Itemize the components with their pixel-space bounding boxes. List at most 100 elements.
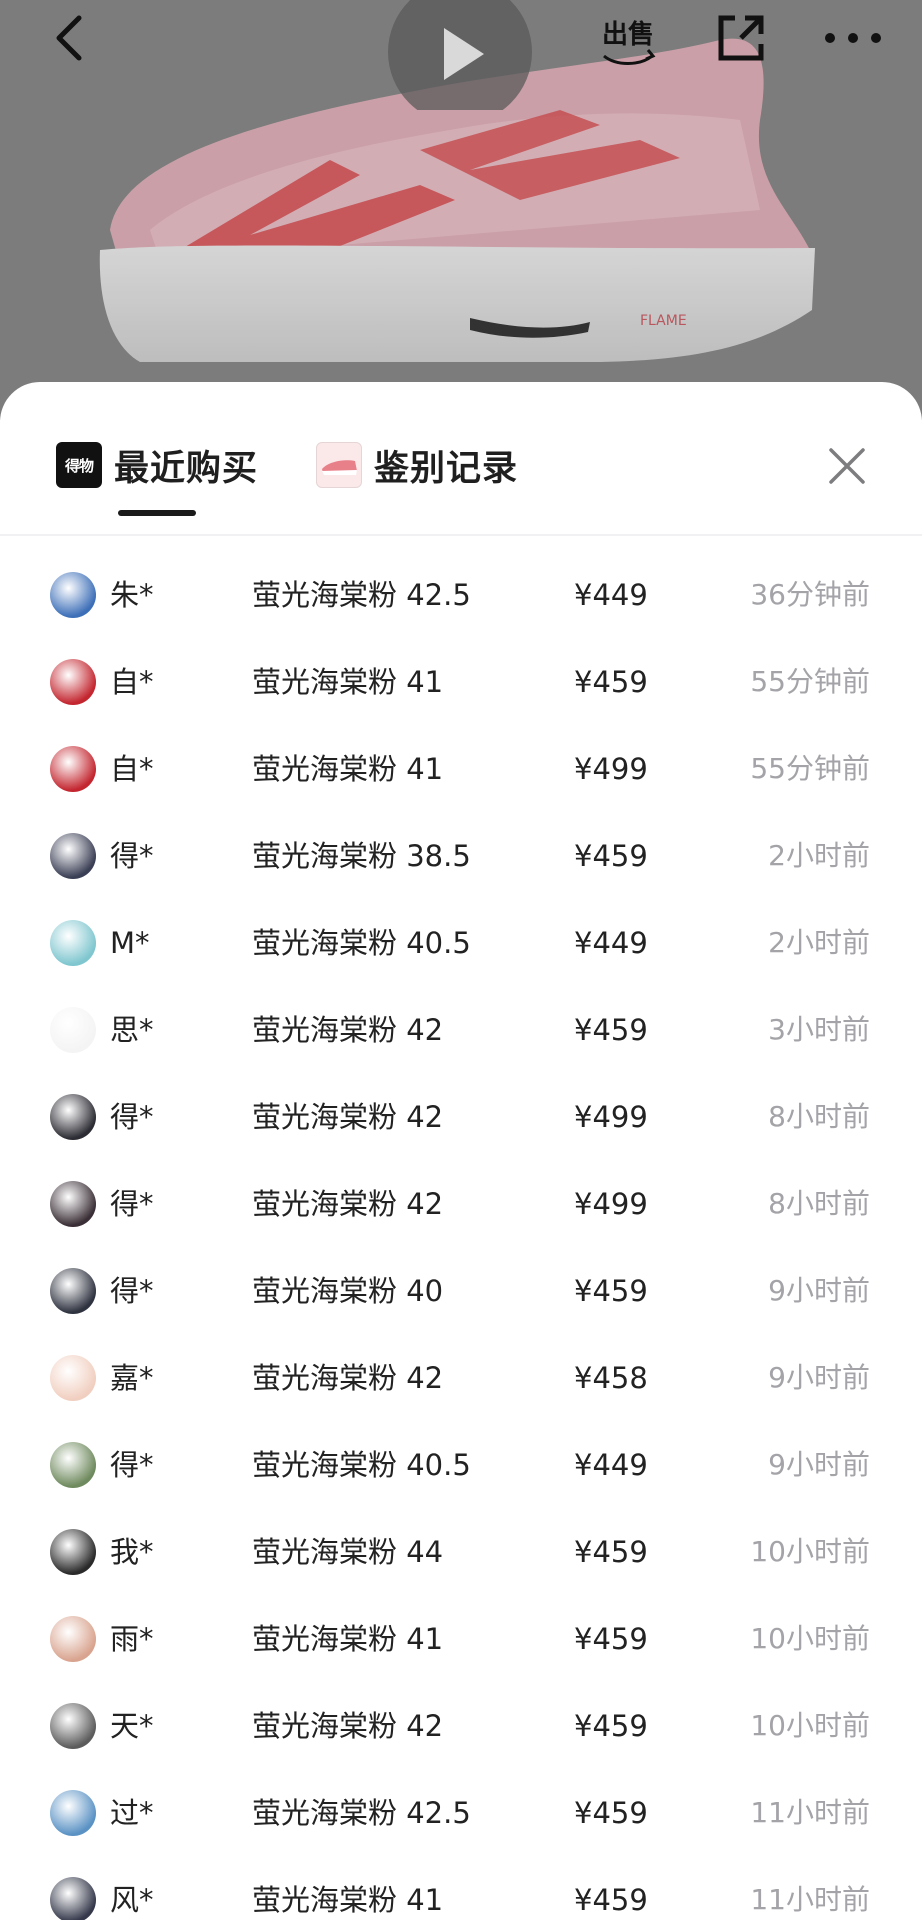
purchase-price: ¥459 [574,1013,648,1047]
avatar[interactable] [50,833,96,879]
purchase-price: ¥449 [574,1448,648,1482]
avatar[interactable] [50,659,96,705]
product-spec: 萤光海棠粉 44 [252,1535,444,1569]
avatar[interactable] [50,1877,96,1920]
product-spec: 萤光海棠粉 42 [252,1100,444,1134]
purchase-row: 得* 萤光海棠粉 40 ¥459 9小时前 [0,1248,922,1335]
shoe-thumbnail-icon [316,442,362,488]
buyer-name: 思* [110,1013,154,1047]
buyer-name: 得* [110,839,154,873]
product-spec: 萤光海棠粉 42 [252,1187,444,1221]
purchase-time: 8小时前 [768,1100,870,1133]
buyer-name: M* [110,926,150,960]
purchase-row: 思* 萤光海棠粉 42 ¥459 3小时前 [0,987,922,1074]
avatar[interactable] [50,746,96,792]
buyer-name: 天* [110,1709,154,1743]
purchase-time: 55分钟前 [750,665,870,698]
app-screen: FLAME 出售 得物 最近购买 鉴别记录 朱* 萤光海棠粉 42.5 ¥449… [0,0,922,1920]
product-spec: 萤光海棠粉 40 [252,1274,444,1308]
avatar[interactable] [50,1790,96,1836]
purchase-time: 10小时前 [750,1622,870,1655]
purchase-time: 2小时前 [768,926,870,959]
purchase-price: ¥449 [574,926,648,960]
avatar[interactable] [50,1529,96,1575]
purchase-row: 朱* 萤光海棠粉 42.5 ¥449 36分钟前 [0,552,922,639]
dewu-logo-text: 得物 [64,456,94,475]
avatar[interactable] [50,1442,96,1488]
product-spec: 萤光海棠粉 42 [252,1709,444,1743]
purchase-price: ¥459 [574,1274,648,1308]
purchase-row: 过* 萤光海棠粉 42.5 ¥459 11小时前 [0,1770,922,1857]
product-spec: 萤光海棠粉 42 [252,1361,444,1395]
active-tab-indicator [118,510,196,516]
more-button[interactable] [818,8,888,68]
product-hero: FLAME 出售 [0,0,922,420]
avatar[interactable] [50,1355,96,1401]
purchase-price: ¥499 [574,1100,648,1134]
purchase-time: 11小时前 [750,1796,870,1829]
play-video-button[interactable] [386,0,534,110]
avatar[interactable] [50,1703,96,1749]
sell-button[interactable]: 出售 [596,6,660,70]
close-button[interactable] [822,438,872,494]
purchase-row: 雨* 萤光海棠粉 41 ¥459 10小时前 [0,1596,922,1683]
purchase-row: 得* 萤光海棠粉 42 ¥499 8小时前 [0,1074,922,1161]
buyer-name: 朱* [110,578,154,612]
purchase-time: 55分钟前 [750,752,870,785]
purchase-time: 10小时前 [750,1709,870,1742]
product-spec: 萤光海棠粉 40.5 [252,1448,471,1482]
purchase-row: 自* 萤光海棠粉 41 ¥499 55分钟前 [0,726,922,813]
buyer-name: 自* [110,665,154,699]
purchase-row: 得* 萤光海棠粉 42 ¥499 8小时前 [0,1161,922,1248]
purchase-list: 朱* 萤光海棠粉 42.5 ¥449 36分钟前自* 萤光海棠粉 41 ¥459 55分钟前… [0,552,922,1920]
purchase-price: ¥459 [574,1883,648,1917]
buyer-name: 得* [110,1100,154,1134]
product-spec: 萤光海棠粉 42.5 [252,578,471,612]
purchase-price: ¥459 [574,839,648,873]
product-spec: 萤光海棠粉 42 [252,1013,444,1047]
buyer-name: 得* [110,1274,154,1308]
product-spec: 萤光海棠粉 38.5 [252,839,471,873]
tab-authentication-label: 鉴别记录 [374,448,519,489]
purchase-row: 得* 萤光海棠粉 40.5 ¥449 9小时前 [0,1422,922,1509]
product-spec: 萤光海棠粉 41 [252,665,444,699]
purchase-price: ¥459 [574,1535,648,1569]
purchase-time: 10小时前 [750,1535,870,1568]
buyer-name: 雨* [110,1622,154,1656]
purchase-time: 8小时前 [768,1187,870,1220]
purchase-price: ¥459 [574,1796,648,1830]
purchase-row: 风* 萤光海棠粉 41 ¥459 11小时前 [0,1857,922,1920]
tab-authentication-records[interactable]: 鉴别记录 [316,434,518,496]
avatar[interactable] [50,1268,96,1314]
buyer-name: 得* [110,1448,154,1482]
purchase-time: 11小时前 [750,1883,870,1916]
buyer-name: 自* [110,752,154,786]
avatar[interactable] [50,1616,96,1662]
buyer-name: 过* [110,1796,154,1830]
avatar[interactable] [50,920,96,966]
purchase-records-sheet: 得物 最近购买 鉴别记录 朱* 萤光海棠粉 42.5 ¥449 36分钟前 自*… [0,382,922,1920]
purchase-row: 我* 萤光海棠粉 44 ¥459 10小时前 [0,1509,922,1596]
purchase-row: 得* 萤光海棠粉 38.5 ¥459 2小时前 [0,813,922,900]
share-external-icon [718,15,764,61]
sell-label: 出售 [602,20,655,50]
buyer-name: 我* [110,1535,154,1569]
purchase-time: 9小时前 [768,1361,870,1394]
chevron-left-icon [56,15,82,61]
avatar[interactable] [50,1007,96,1053]
product-spec: 萤光海棠粉 41 [252,1622,444,1656]
purchase-price: ¥499 [574,1187,648,1221]
share-button[interactable] [708,6,774,70]
avatar[interactable] [50,1181,96,1227]
purchase-price: ¥458 [574,1361,648,1395]
avatar[interactable] [50,1094,96,1140]
purchase-price: ¥499 [574,752,648,786]
avatar[interactable] [50,572,96,618]
purchase-time: 36分钟前 [750,578,870,611]
tab-recent-purchases[interactable]: 得物 最近购买 [56,434,258,496]
dewu-logo-icon: 得物 [56,442,102,488]
buyer-name: 嘉* [110,1361,154,1395]
back-button[interactable] [44,8,94,68]
purchase-row: 自* 萤光海棠粉 41 ¥459 55分钟前 [0,639,922,726]
purchase-time: 3小时前 [768,1013,870,1046]
